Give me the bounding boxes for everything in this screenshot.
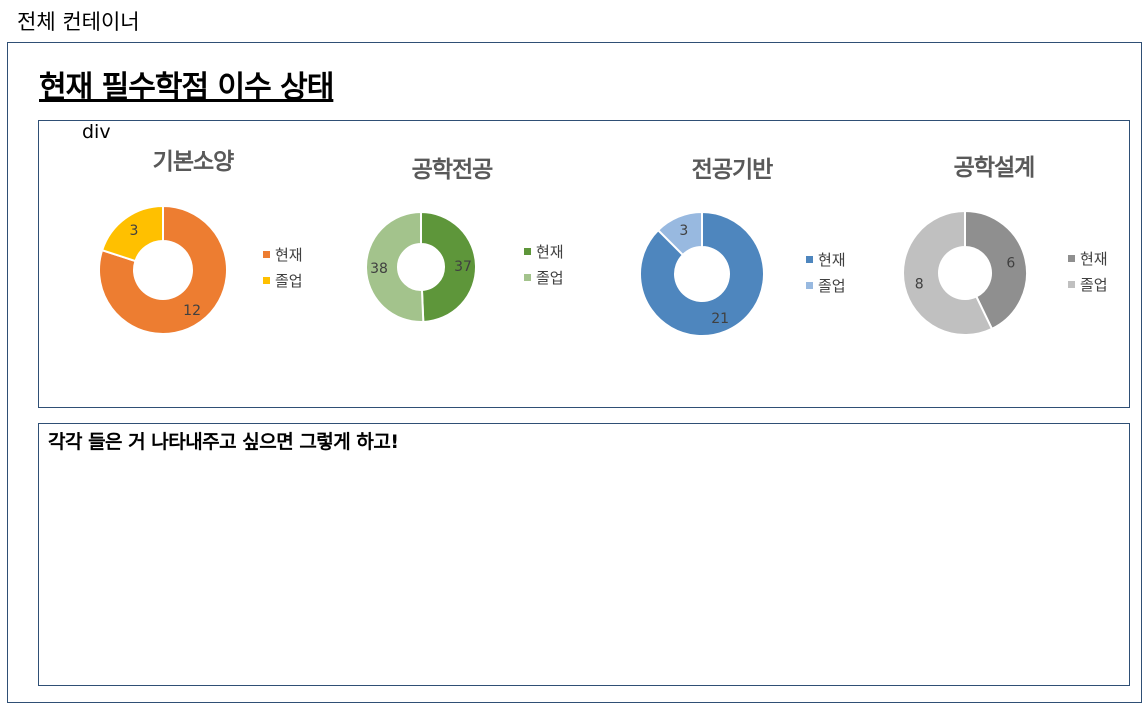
chart-title-major: 공학전공: [411, 157, 494, 183]
donut-value-label: 12: [183, 303, 201, 319]
legend-label: 현재: [536, 242, 564, 261]
legend-swatch: [1068, 254, 1075, 262]
legend-foundation: 현재 졸업: [806, 246, 846, 298]
donut-value-label: 3: [679, 223, 688, 239]
legend-swatch: [806, 281, 813, 289]
donut-chart-design: 68: [902, 209, 1028, 336]
legend-label: 졸업: [1080, 275, 1108, 294]
legend-label: 졸업: [818, 276, 846, 295]
legend-swatch: [263, 250, 270, 258]
legend-label: 현재: [818, 250, 846, 269]
note-panel: [38, 423, 1130, 686]
donut-chart-foundation: 21 3: [639, 210, 765, 337]
legend-label: 졸업: [275, 271, 303, 290]
donut-chart-basic: 12 3: [98, 204, 228, 335]
donut-value-label: 38: [370, 261, 388, 277]
chart-title-basic: 기본소양: [152, 149, 235, 175]
legend-label: 현재: [275, 245, 303, 264]
legend-design: 현재 졸업: [1068, 245, 1108, 297]
donut-value-label: 8: [915, 276, 924, 292]
legend-basic: 현재 졸업: [263, 241, 303, 293]
legend-major: 현재 졸업: [524, 238, 564, 290]
chart-title-design: 공학설계: [953, 155, 1036, 181]
chart-title-foundation: 전공기반: [691, 157, 774, 183]
legend-swatch: [524, 273, 531, 281]
legend-swatch: [524, 247, 531, 255]
donut-value-label: 6: [1006, 256, 1015, 272]
container-caption: 전체 컨테이너: [17, 10, 140, 34]
legend-swatch: [806, 255, 813, 263]
page-title: 현재 필수학점 이수 상태: [39, 70, 334, 105]
note-text: 각각 들은 거 나타내주고 싶으면 그렇게 하고!: [48, 431, 399, 453]
div-label: div: [82, 121, 111, 143]
legend-swatch: [1068, 280, 1075, 288]
legend-label: 졸업: [536, 268, 564, 287]
donut-chart-major: 37 38: [365, 210, 477, 323]
legend-label: 현재: [1080, 249, 1108, 268]
legend-swatch: [263, 276, 270, 284]
donut-value-label: 3: [129, 223, 138, 239]
donut-value-label: 37: [454, 259, 472, 275]
donut-value-label: 21: [711, 311, 729, 327]
